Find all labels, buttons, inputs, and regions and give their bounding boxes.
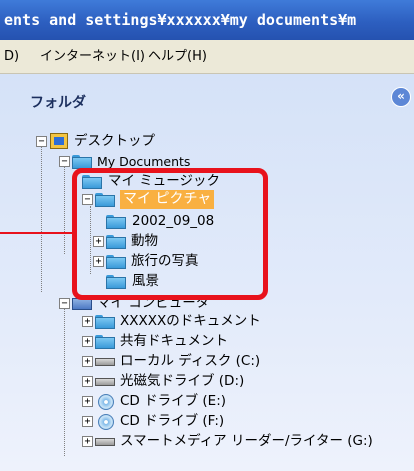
tree-item-label: CD ドライブ (F:): [120, 413, 225, 429]
menu-item-partial[interactable]: D): [4, 40, 19, 73]
expand-toggle[interactable]: +: [82, 336, 93, 347]
explorer-window: ents and settings¥xxxxxx¥my documents¥m …: [0, 0, 414, 471]
tree-item-label: 共有ドキュメント: [120, 333, 228, 349]
folder-icon: [95, 312, 117, 331]
expand-toggle[interactable]: +: [82, 316, 93, 327]
expand-toggle[interactable]: +: [82, 376, 93, 387]
collapse-toggle[interactable]: −: [59, 298, 70, 309]
tree-item-label: XXXXXのドキュメント: [120, 313, 261, 329]
cd-drive-icon: [95, 392, 117, 411]
window-title: ents and settings¥xxxxxx¥my documents¥m: [4, 11, 357, 29]
folder-icon: [95, 332, 117, 351]
menu-bar: D) インターネット(I) ヘルプ(H): [0, 40, 414, 74]
drive-icon: [95, 372, 117, 391]
expand-toggle[interactable]: +: [82, 416, 93, 427]
tree-item-label: スマートメディア リーダー/ライター (G:): [120, 433, 373, 449]
cd-drive-icon: [95, 412, 117, 431]
title-bar: ents and settings¥xxxxxx¥my documents¥m: [0, 0, 414, 40]
menu-item-internet[interactable]: インターネット(I): [40, 40, 145, 73]
collapse-toggle[interactable]: −: [36, 136, 47, 147]
collapse-toggle[interactable]: −: [59, 156, 70, 167]
hard-drive-icon: [95, 352, 117, 371]
tree-guide-line: [41, 140, 42, 292]
tree-item-label: CD ドライブ (E:): [120, 393, 227, 409]
expand-toggle[interactable]: +: [82, 356, 93, 367]
tree-item-label: ローカル ディスク (C:): [120, 353, 261, 369]
card-reader-icon: [95, 432, 117, 451]
expand-toggle[interactable]: +: [82, 436, 93, 447]
tree-guide-line: [64, 164, 65, 254]
highlight-box: [72, 168, 268, 300]
expand-toggle[interactable]: +: [82, 396, 93, 407]
highlight-pointer-line: [0, 232, 72, 234]
desktop-icon: [49, 132, 71, 151]
tree-guide-line: [64, 306, 65, 456]
menu-item-help[interactable]: ヘルプ(H): [148, 40, 207, 73]
tree-item-label: 光磁気ドライブ (D:): [120, 373, 245, 389]
tree-item-label: デスクトップ: [74, 133, 155, 149]
